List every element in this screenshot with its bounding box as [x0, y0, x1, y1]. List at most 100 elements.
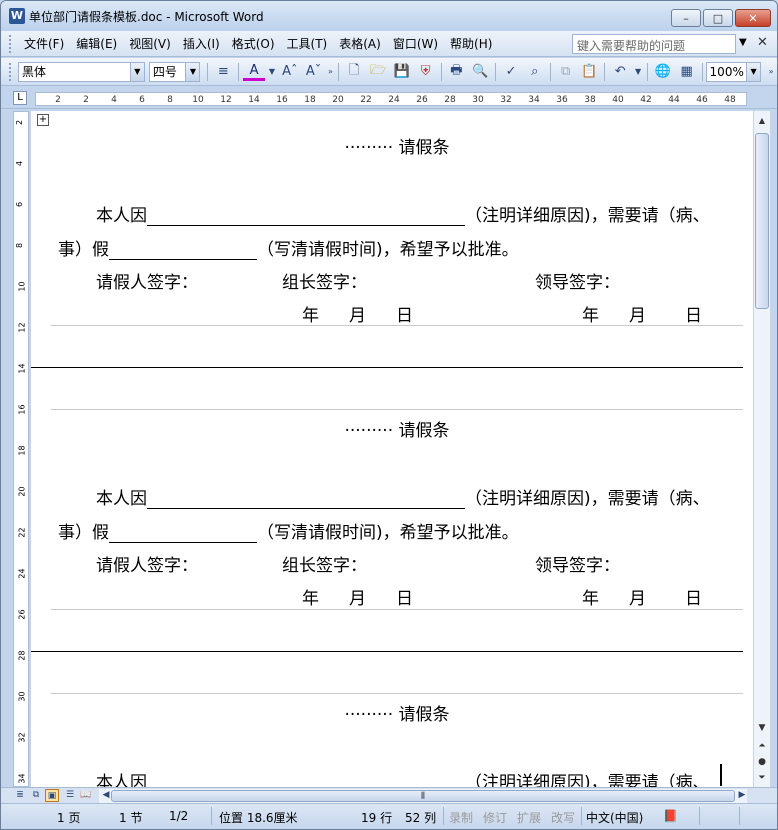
font-color-dropdown-icon[interactable]: ▼ — [267, 61, 277, 83]
ruler-tick-label: 48 — [724, 95, 736, 105]
print-icon[interactable]: 🖶 — [446, 61, 468, 83]
font-name-value: 黑体 — [21, 65, 46, 79]
close-document-icon[interactable]: ✕ — [757, 35, 768, 50]
hyperlink-icon[interactable]: 🌐 — [652, 61, 674, 83]
menu-window[interactable]: 窗口(W) — [387, 35, 444, 52]
maximize-button[interactable]: □ — [703, 9, 733, 27]
boss-sign-label: 领导签字： — [535, 556, 620, 576]
menu-tools[interactable]: 工具(T) — [281, 35, 334, 52]
open-folder-icon[interactable]: 🗁 — [367, 61, 389, 83]
ruler-tick-label: 2 — [15, 119, 25, 126]
horizontal-ruler[interactable]: 2 2 4 6 8 10 12 14 16 18 20 22 24 26 28 30 32 34 36 38 40 42 4… — [35, 92, 747, 106]
font-name-select[interactable]: 黑体 ▼ — [17, 61, 145, 82]
horizontal-scrollbar[interactable]: ◀ ⫼ ▶ — [99, 789, 747, 803]
line2-suffix: （写清请假时间)，希望予以批准。 — [257, 240, 519, 260]
vertical-ruler[interactable]: 2 4 6 8 10 12 14 16 18 20 22 24 26 28 30 32 34 — [13, 111, 29, 787]
table-move-handle[interactable]: + — [37, 114, 49, 126]
scroll-up-icon[interactable]: ▲ — [754, 113, 770, 129]
document-page: ········· 请假条 本人因 （注明详细原因)，需要请（病、 事）假 （写清请… — [31, 125, 743, 787]
print-preview-icon[interactable]: 🔍 — [469, 61, 491, 83]
ruler-tick-label: 30 — [472, 95, 484, 105]
ruler-tick-label: 26 — [416, 95, 428, 105]
grow-font-icon[interactable]: Aˆ — [279, 61, 301, 83]
document-area[interactable]: + ········· 请假条 本人因 （注明详细原因)，需要请（病、 事）假 （写… — [31, 111, 753, 787]
reading-layout-view-icon[interactable]: 📖 — [79, 789, 93, 802]
horizontal-scroll-thumb[interactable]: ⫼ — [111, 790, 735, 802]
spelling-icon[interactable]: ✓ — [500, 61, 522, 83]
date-year: 年 — [582, 589, 599, 609]
chevron-down-icon[interactable]: ▼ — [129, 62, 144, 81]
outline-view-icon[interactable]: ☰ — [63, 789, 77, 802]
undo-dropdown-icon[interactable]: ▼ — [633, 61, 643, 83]
scroll-right-icon[interactable]: ▶ — [735, 789, 749, 802]
ruler-tick-label: 14 — [17, 363, 27, 374]
close-button[interactable]: ✕ — [735, 9, 771, 27]
menu-view[interactable]: 视图(V) — [123, 35, 177, 52]
status-extend[interactable]: 扩展 — [517, 809, 541, 826]
menu-format[interactable]: 格式(O) — [226, 35, 281, 52]
status-divider — [581, 807, 582, 825]
toolbar-grip-handle[interactable] — [9, 62, 12, 81]
web-layout-view-icon[interactable]: ⧉ — [29, 789, 43, 802]
formatting-toolbar: 黑体 ▼ 四号 ▼ ≡ A ▼ Aˆ Aˇ » 🗋 🗁 💾 ⛨ 🖶 🔍 ✓ ⌕ … — [1, 58, 777, 86]
previous-page-icon[interactable]: ⏶ — [754, 739, 770, 753]
menu-help[interactable]: 帮助(H) — [444, 35, 498, 52]
print-layout-view-icon[interactable]: ▣ — [45, 789, 59, 802]
insert-table-icon[interactable]: ▦ — [676, 61, 698, 83]
next-page-icon[interactable]: ⏷ — [754, 771, 770, 785]
toolbar-divider — [646, 62, 648, 81]
reason-line: 本人因 （注明详细原因)，需要请（病、 — [96, 484, 710, 509]
align-center-icon[interactable]: ≡ — [212, 61, 234, 83]
shrink-font-icon[interactable]: Aˇ — [303, 61, 325, 83]
vertical-scroll-thumb[interactable] — [755, 133, 769, 309]
font-color-icon[interactable]: A — [243, 63, 265, 81]
new-document-icon[interactable]: 🗋 — [343, 61, 365, 83]
paste-icon[interactable]: 📋 — [579, 61, 601, 83]
word-app-icon[interactable]: W — [9, 8, 25, 24]
vertical-scrollbar[interactable]: ▲ ▼ ⏶ ● ⏷ — [753, 111, 770, 787]
status-overtype[interactable]: 改写 — [551, 809, 575, 826]
ruler-tick-label: 34 — [528, 95, 540, 105]
tab-selector-button[interactable]: L — [13, 91, 27, 105]
status-divider — [699, 807, 700, 825]
scroll-down-icon[interactable]: ▼ — [754, 721, 770, 735]
status-language[interactable]: 中文(中国) — [586, 809, 643, 826]
menu-file[interactable]: 文件(F) — [18, 35, 70, 52]
toolbar-options-icon[interactable]: » — [326, 61, 334, 83]
reason-blank[interactable] — [147, 491, 465, 509]
status-track-changes[interactable]: 修订 — [483, 809, 507, 826]
reason-line: 本人因 （注明详细原因)，需要请（病、 — [96, 201, 710, 226]
spelling-status-icon[interactable]: 📕 — [663, 809, 678, 823]
help-dropdown-icon[interactable]: ▼ — [739, 37, 747, 48]
menu-edit[interactable]: 编辑(E) — [70, 35, 123, 52]
minimize-button[interactable]: – — [671, 9, 701, 27]
font-size-select[interactable]: 四号 ▼ — [148, 61, 201, 82]
ruler-tick-label: 2 — [55, 95, 61, 105]
date-year: 年 — [582, 306, 599, 326]
reason-prefix: 本人因 — [96, 489, 147, 509]
help-search-input[interactable]: 键入需要帮助的问题 — [572, 34, 736, 54]
ruler-tick-label: 40 — [612, 95, 624, 105]
save-icon[interactable]: 💾 — [391, 61, 413, 83]
copy-icon[interactable]: ⧉ — [555, 61, 577, 83]
select-browse-object-icon[interactable]: ● — [754, 755, 770, 769]
chevron-down-icon[interactable]: ▼ — [185, 62, 200, 81]
status-column: 52 列 — [405, 811, 437, 825]
reason-blank[interactable] — [147, 775, 465, 787]
normal-view-icon[interactable]: ≣ — [13, 789, 27, 802]
menu-table[interactable]: 表格(A) — [333, 35, 387, 52]
menu-insert[interactable]: 插入(I) — [177, 35, 226, 52]
status-record[interactable]: 录制 — [449, 809, 473, 826]
reason-blank[interactable] — [147, 208, 465, 226]
toolbar-divider — [701, 62, 703, 81]
chevron-down-icon[interactable]: ▼ — [746, 62, 761, 81]
leave-time-blank[interactable] — [109, 242, 257, 260]
leave-time-blank[interactable] — [109, 525, 257, 543]
toolbar-overflow-icon[interactable]: » — [766, 61, 776, 83]
menu-grip-handle[interactable] — [9, 34, 12, 53]
research-icon[interactable]: ⌕ — [524, 61, 546, 83]
undo-icon[interactable]: ↶ — [609, 61, 631, 83]
ruler-tick-label: 32 — [500, 95, 512, 105]
zoom-select[interactable]: 100% ▼ — [705, 61, 762, 82]
permission-icon[interactable]: ⛨ — [415, 61, 437, 83]
